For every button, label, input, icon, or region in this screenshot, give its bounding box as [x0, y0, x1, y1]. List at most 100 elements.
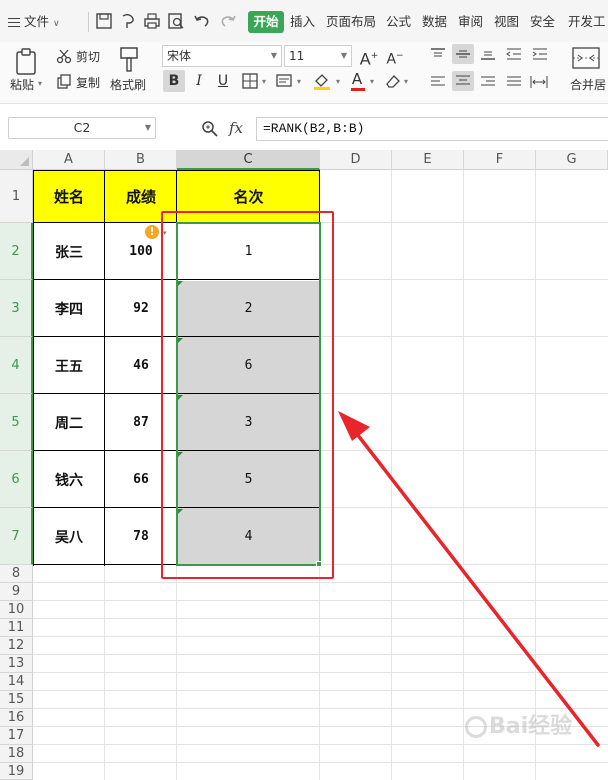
justify-icon[interactable] [506, 75, 522, 89]
row-header-14[interactable]: 14 [0, 673, 33, 691]
error-check-icon[interactable]: ! [145, 225, 159, 239]
column-header-f[interactable]: F [464, 150, 536, 170]
cell-a4[interactable]: 王五 [33, 337, 105, 394]
tab-view[interactable]: 视图 [494, 12, 519, 32]
align-right-icon[interactable] [480, 75, 496, 89]
ribbon: 粘贴 ▾ 剪切 复制 格式刷 宋体 ▼ 11 ▼ A+ A− B I U ▾ ▾ ▾… [0, 42, 608, 104]
tab-review[interactable]: 审阅 [458, 12, 483, 32]
chevron-down-icon[interactable]: ▾ [404, 77, 408, 86]
format-painter-icon [120, 47, 138, 72]
increase-font-icon[interactable]: A+ [358, 45, 380, 68]
row-header-15[interactable]: 15 [0, 691, 33, 709]
tab-formulas[interactable]: 公式 [386, 12, 411, 32]
underline-icon[interactable]: U [212, 70, 234, 92]
paste-icon[interactable] [14, 48, 38, 76]
row-header-17[interactable]: 17 [0, 727, 33, 745]
cell-a6[interactable]: 钱六 [33, 451, 105, 508]
copy-icon [57, 74, 71, 89]
row-header-12[interactable]: 12 [0, 637, 33, 655]
undo-history-icon[interactable] [118, 11, 138, 31]
paste-button[interactable]: 粘贴 [10, 76, 34, 93]
watermark: Bai经验 [465, 708, 572, 740]
column-header-d[interactable]: D [320, 150, 392, 170]
save-icon[interactable] [94, 11, 114, 31]
bold-icon[interactable]: B [163, 70, 185, 92]
row-header-1[interactable]: 1 [0, 170, 33, 223]
column-header-e[interactable]: E [392, 150, 464, 170]
merge-center-button[interactable]: 合并居 [570, 76, 606, 93]
paste-dropdown-icon[interactable]: ▾ [38, 79, 42, 88]
column-header-c[interactable]: C [177, 150, 320, 170]
row-header-16[interactable]: 16 [0, 709, 33, 727]
decrease-indent-icon[interactable] [506, 47, 522, 61]
column-header-a[interactable]: A [33, 150, 105, 170]
undo-icon[interactable] [192, 11, 212, 31]
font-color-icon[interactable]: A [346, 68, 368, 90]
tab-page-layout[interactable]: 页面布局 [326, 12, 376, 32]
row-header-3[interactable]: 3 [0, 280, 33, 337]
chevron-down-icon[interactable]: ▾ [370, 77, 374, 86]
tab-data[interactable]: 数据 [422, 12, 447, 32]
decrease-font-icon[interactable]: A− [384, 45, 406, 68]
column-header-b[interactable]: B [105, 150, 177, 170]
formula-input[interactable]: =RANK(B2,B:B) [256, 117, 608, 141]
row-header-19[interactable]: 19 [0, 763, 33, 780]
cut-button[interactable]: 剪切 [76, 48, 100, 65]
spreadsheet-grid: A B C D E F G 1 2 3 4 5 6 7 8 9 10 11 12… [0, 150, 608, 780]
border-icon[interactable] [242, 73, 258, 89]
row-header-10[interactable]: 10 [0, 601, 33, 619]
paw-logo-icon [465, 716, 487, 738]
print-icon[interactable] [142, 11, 162, 31]
font-name-select[interactable]: 宋体 ▼ [162, 45, 282, 67]
align-center-icon [456, 75, 470, 85]
row-header-9[interactable]: 9 [0, 583, 33, 601]
align-middle-icon [456, 50, 470, 58]
row-header-18[interactable]: 18 [0, 745, 33, 763]
tab-insert[interactable]: 插入 [290, 12, 315, 32]
fill-style-icon[interactable] [276, 73, 294, 89]
column-header-g[interactable]: G [536, 150, 608, 170]
cell-a5[interactable]: 周二 [33, 394, 105, 451]
row-header-11[interactable]: 11 [0, 619, 33, 637]
tab-home[interactable]: 开始 [248, 11, 284, 33]
align-left-icon[interactable] [430, 75, 446, 89]
file-menu[interactable]: 文件 ∨ [8, 12, 60, 32]
tab-developer[interactable]: 开发工 [568, 12, 606, 32]
cell-a1[interactable]: 姓名 [33, 170, 105, 223]
chevron-down-icon: ▼ [270, 51, 277, 60]
tab-security[interactable]: 安全 [530, 12, 555, 32]
select-all-corner[interactable] [0, 150, 33, 170]
cell-a2[interactable]: 张三 [33, 223, 105, 280]
chevron-down-icon: ▼ [144, 123, 151, 132]
fx-icon[interactable]: fx [229, 119, 243, 137]
distributed-align-icon[interactable] [530, 75, 548, 89]
font-size-select[interactable]: 11 ▼ [284, 45, 352, 67]
row-header-4[interactable]: 4 [0, 337, 33, 394]
eraser-icon[interactable] [384, 73, 402, 89]
zoom-search-icon[interactable] [201, 120, 219, 138]
name-box[interactable]: C2 ▼ [8, 117, 156, 139]
scissors-icon [56, 49, 72, 64]
fill-color-icon[interactable] [312, 72, 332, 90]
align-middle-button[interactable] [452, 44, 474, 64]
chevron-down-icon[interactable]: ▾ [297, 77, 301, 86]
align-bottom-icon[interactable] [480, 47, 496, 61]
row-header-2[interactable]: 2 [0, 223, 33, 280]
copy-button[interactable]: 复制 [76, 74, 100, 91]
row-header-13[interactable]: 13 [0, 655, 33, 673]
row-header-8[interactable]: 8 [0, 565, 33, 583]
chevron-down-icon[interactable]: ▾ [262, 77, 266, 86]
format-painter-button[interactable]: 格式刷 [110, 76, 146, 93]
cell-a7[interactable]: 吴八 [33, 508, 105, 565]
redo-icon[interactable] [218, 11, 238, 31]
italic-icon[interactable]: I [188, 70, 210, 92]
row-header-7[interactable]: 7 [0, 508, 33, 565]
row-header-6[interactable]: 6 [0, 451, 33, 508]
print-preview-icon[interactable] [166, 11, 186, 31]
cell-a3[interactable]: 李四 [33, 280, 105, 337]
row-header-5[interactable]: 5 [0, 394, 33, 451]
align-center-button[interactable] [452, 71, 474, 91]
align-top-icon[interactable] [430, 47, 446, 61]
chevron-down-icon[interactable]: ▾ [336, 77, 340, 86]
increase-indent-icon[interactable] [532, 47, 548, 61]
